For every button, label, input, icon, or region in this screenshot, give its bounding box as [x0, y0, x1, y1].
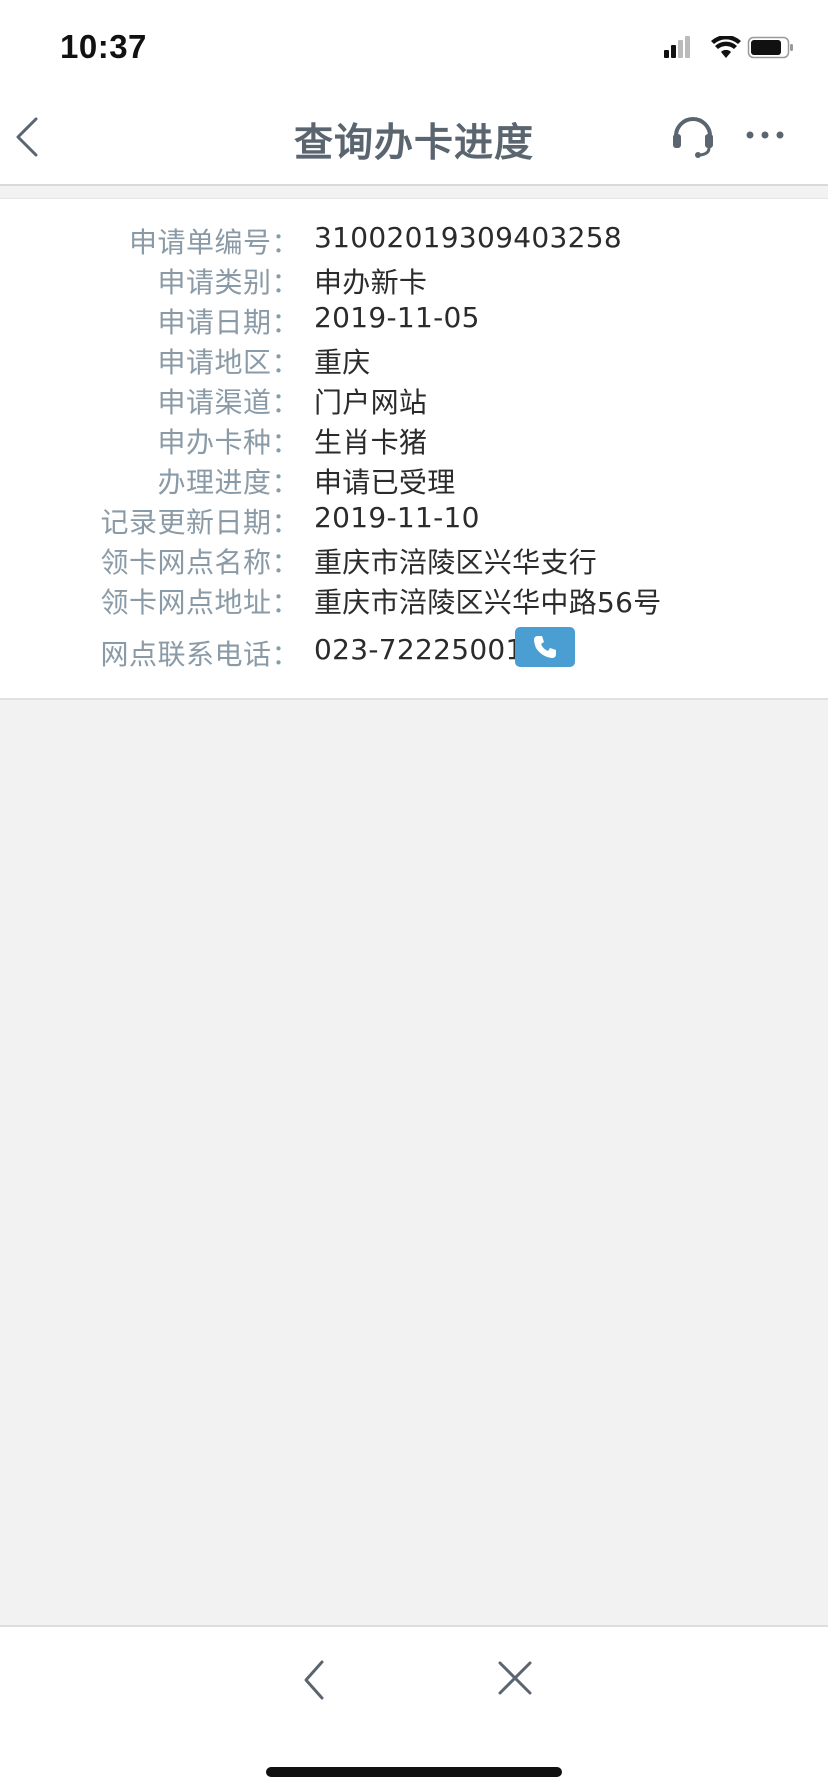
info-value: 重庆 [314, 346, 371, 379]
info-row-application-type: 申请类别： 申办新卡 [0, 261, 828, 301]
back-icon[interactable] [296, 1655, 336, 1705]
wifi-icon [711, 35, 741, 58]
info-value: 申办新卡 [314, 266, 428, 299]
info-value: 2019-11-10 [314, 501, 480, 534]
info-row-application-channel: 申请渠道： 门户网站 [0, 381, 828, 421]
info-value: 重庆市涪陵区兴华中路56号 [314, 586, 662, 619]
info-label: 办理进度： [157, 466, 300, 499]
info-label: 申请日期： [157, 306, 300, 339]
info-row-application-number: 申请单编号： 31002019309403258 [0, 221, 828, 261]
info-value: 31002019309403258 [314, 221, 622, 254]
info-row-application-date: 申请日期： 2019-11-05 [0, 301, 828, 341]
status-icons [664, 35, 794, 62]
signal-icon [664, 36, 690, 58]
info-row-progress: 办理进度： 申请已受理 [0, 461, 828, 501]
close-icon[interactable] [494, 1657, 536, 1699]
info-row-branch-phone: 网点联系电话： 023-72225001 [0, 627, 828, 673]
info-label: 网点联系电话： [100, 638, 300, 671]
info-value: 重庆市涪陵区兴华支行 [314, 546, 598, 579]
call-button[interactable] [515, 627, 575, 667]
info-label: 申请渠道： [157, 386, 300, 419]
nav-bar: 查询办卡进度 [0, 92, 828, 186]
status-bar: 10:37 [0, 0, 828, 92]
info-label: 记录更新日期： [100, 506, 300, 539]
info-label: 领卡网点地址： [100, 586, 300, 619]
info-row-branch-address: 领卡网点地址： 重庆市涪陵区兴华中路56号 [0, 581, 828, 621]
info-label: 领卡网点名称： [100, 546, 300, 579]
battery-icon [747, 36, 793, 59]
info-label: 申请类别： [157, 266, 300, 299]
info-label: 申办卡种： [157, 426, 300, 459]
application-info-card: 申请单编号： 31002019309403258 申请类别： 申办新卡 申请日期… [0, 198, 828, 700]
info-row-application-region: 申请地区： 重庆 [0, 341, 828, 381]
info-label: 申请地区： [157, 346, 300, 379]
info-label: 申请单编号： [128, 226, 300, 259]
home-indicator[interactable] [266, 1767, 562, 1777]
phone-icon [534, 636, 556, 658]
info-row-card-type: 申办卡种： 生肖卡猪 [0, 421, 828, 461]
info-value: 申请已受理 [314, 466, 456, 499]
info-value: 生肖卡猪 [314, 426, 428, 459]
info-value: 门户网站 [314, 386, 428, 419]
info-value: 2019-11-05 [314, 301, 480, 334]
status-time: 10:37 [60, 28, 147, 65]
info-row-update-date: 记录更新日期： 2019-11-10 [0, 501, 828, 541]
info-value: 023-72225001 [314, 633, 524, 666]
more-icon[interactable] [744, 122, 788, 148]
headset-icon[interactable] [670, 110, 716, 160]
info-row-branch-name: 领卡网点名称： 重庆市涪陵区兴华支行 [0, 541, 828, 581]
bottom-toolbar [0, 1625, 828, 1792]
